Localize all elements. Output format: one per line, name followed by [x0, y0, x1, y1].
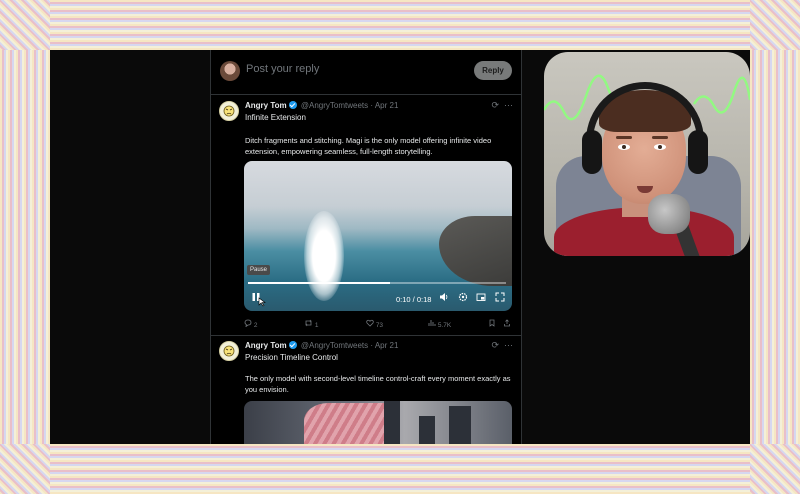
headphone-cup	[688, 130, 708, 174]
tweet-text: Ditch fragments and stitching. Magi is t…	[245, 136, 492, 156]
grok-icon[interactable]: ⟳	[491, 340, 499, 350]
tweet[interactable]: Angry Tom @AngryTomtweets · Apr 21 ⟳ ···…	[211, 335, 521, 444]
repost-action[interactable]: 1	[304, 319, 318, 329]
author-handle[interactable]: @AngryTomtweets	[301, 341, 368, 350]
mouse-cursor-icon	[258, 297, 266, 309]
share-icon[interactable]	[503, 319, 511, 329]
verified-badge-icon	[288, 341, 297, 349]
video-frame-building	[384, 401, 400, 444]
verified-badge-icon	[288, 101, 297, 109]
user-avatar[interactable]	[220, 61, 240, 81]
repost-icon	[305, 319, 312, 327]
like-count: 73	[375, 322, 384, 329]
headphone-cup	[582, 130, 602, 174]
heart-icon	[366, 319, 374, 327]
eyebrow	[616, 136, 632, 139]
reply-count: 2	[253, 322, 258, 329]
author-avatar[interactable]	[219, 101, 239, 121]
decorative-frame-top	[0, 0, 800, 50]
author-avatar[interactable]	[219, 341, 239, 361]
views-action[interactable]: 5.7K	[428, 319, 451, 329]
angry-face-icon	[223, 105, 235, 117]
tweet[interactable]: Angry Tom @AngryTomtweets · Apr 21 ⟳ ···…	[211, 95, 521, 336]
reply-input[interactable]: Post your reply	[246, 63, 319, 75]
tweet-header-icons: ⟳ ···	[491, 100, 513, 111]
frame-corner	[750, 0, 800, 50]
tweet-date[interactable]: · Apr 21	[370, 101, 398, 110]
fullscreen-icon[interactable]	[495, 292, 505, 304]
volume-icon[interactable]	[439, 292, 449, 304]
frame-corner	[0, 444, 50, 494]
frame-corner	[0, 0, 50, 50]
eye	[654, 144, 666, 150]
author-handle[interactable]: @AngryTomtweets	[301, 101, 368, 110]
tweet-subtitle: Precision Timeline Control	[245, 353, 338, 362]
video-progress-bar[interactable]	[248, 282, 506, 284]
eye	[618, 144, 630, 150]
video-time: 0:10 / 0:18	[396, 295, 432, 304]
grok-icon[interactable]: ⟳	[491, 100, 499, 110]
repost-count: 1	[314, 322, 319, 329]
author-name[interactable]: Angry Tom	[245, 101, 287, 110]
video-player[interactable]: Pause 0:10 / 0:18	[244, 161, 512, 311]
author-name[interactable]: Angry Tom	[245, 341, 287, 350]
decorative-frame-left	[0, 0, 50, 494]
tweet-date[interactable]: · Apr 21	[370, 341, 398, 350]
reply-icon	[244, 319, 252, 328]
video-frame-fabric	[304, 403, 384, 444]
views-chart-icon	[428, 320, 436, 326]
angry-face-icon	[223, 345, 235, 357]
decorative-frame-right	[750, 0, 800, 494]
reply-composer: Post your reply Reply	[211, 50, 521, 95]
more-options-icon[interactable]: ···	[504, 340, 513, 350]
video-progress-fill	[248, 282, 390, 284]
microphone-icon	[648, 194, 690, 234]
tweet-header-icons: ⟳ ···	[491, 340, 513, 351]
reply-action[interactable]: 2	[244, 319, 257, 329]
eyebrow	[652, 136, 668, 139]
video-frame-glow	[304, 211, 344, 301]
tweet-feed: Post your reply Reply Angry Tom @AngryTo…	[210, 50, 522, 444]
tweet-header: Angry Tom @AngryTomtweets · Apr 21	[245, 341, 398, 350]
video-frame-cliff	[439, 216, 512, 286]
views-count: 5.7K	[437, 322, 452, 329]
pause-tooltip: Pause	[247, 265, 271, 275]
reply-button[interactable]: Reply	[474, 61, 512, 80]
tweet-text: The only model with second-level timelin…	[245, 374, 511, 394]
video-player[interactable]	[244, 401, 512, 444]
screen-capture: Post your reply Reply Angry Tom @AngryTo…	[50, 50, 750, 444]
bookmark-icon[interactable]	[488, 319, 496, 329]
video-frame-building	[449, 406, 471, 444]
webcam-overlay	[544, 52, 750, 256]
tweet-subtitle: Infinite Extension	[245, 113, 306, 122]
video-frame-building	[419, 416, 435, 444]
frame-corner	[750, 444, 800, 494]
tweet-header: Angry Tom @AngryTomtweets · Apr 21	[245, 101, 398, 110]
more-options-icon[interactable]: ···	[504, 100, 513, 110]
settings-gear-icon[interactable]	[458, 292, 468, 304]
like-action[interactable]: 73	[366, 319, 383, 329]
pip-icon[interactable]	[476, 292, 486, 304]
decorative-frame-bottom	[0, 444, 800, 494]
